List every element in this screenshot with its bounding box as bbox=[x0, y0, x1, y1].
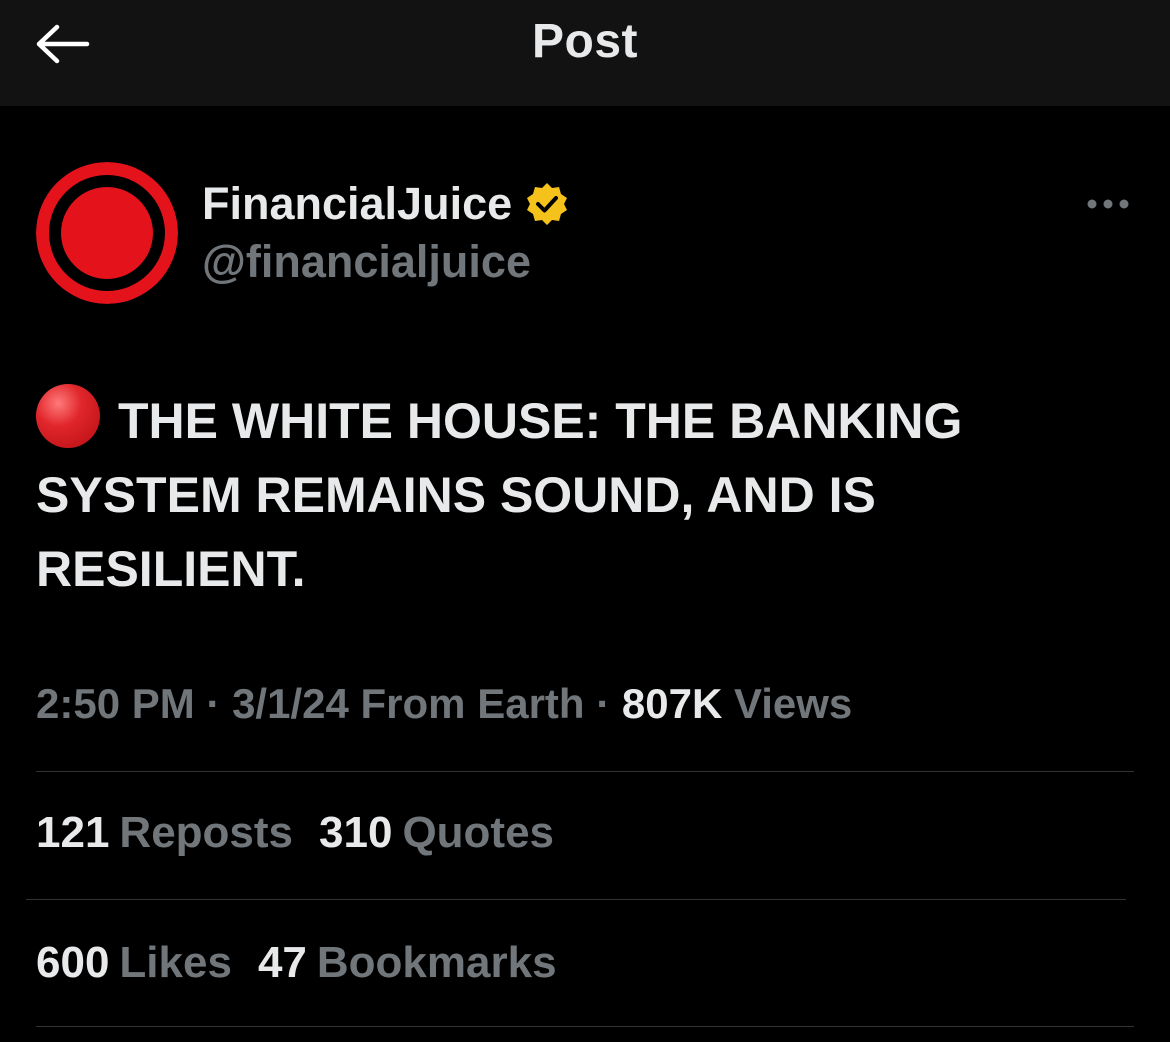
divider bbox=[36, 771, 1134, 772]
more-options-button[interactable] bbox=[1080, 184, 1136, 224]
avatar[interactable] bbox=[36, 162, 178, 304]
bookmarks-label: Bookmarks bbox=[316, 938, 557, 987]
divider bbox=[36, 1026, 1134, 1027]
likes-label: Likes bbox=[119, 938, 232, 987]
divider bbox=[26, 899, 1126, 900]
post-source: From Earth bbox=[360, 680, 585, 727]
views-label: Views bbox=[733, 680, 853, 727]
post-time[interactable]: 2:50 PM bbox=[36, 680, 195, 727]
author-name-row: FinancialJuice bbox=[202, 176, 570, 232]
post-text: THE WHITE HOUSE: THE BANKING SYSTEM REMA… bbox=[36, 393, 963, 597]
author-handle[interactable]: @financialjuice bbox=[202, 236, 531, 288]
views-count: 807K bbox=[621, 680, 723, 727]
bookmarks-stat[interactable]: 47 Bookmarks bbox=[258, 938, 557, 988]
quotes-count: 310 bbox=[319, 808, 393, 857]
page-title: Post bbox=[531, 15, 638, 68]
reposts-count: 121 bbox=[36, 808, 110, 857]
post-metadata: 2:50 PM · 3/1/24 From Earth · 807K Views bbox=[36, 680, 852, 728]
post-date[interactable]: 3/1/24 bbox=[232, 680, 349, 727]
likes-stat[interactable]: 600 Likes bbox=[36, 938, 232, 988]
author-display-name[interactable]: FinancialJuice bbox=[202, 178, 512, 230]
verified-badge-icon bbox=[527, 183, 568, 225]
post-body: THE WHITE HOUSE: THE BANKING SYSTEM REMA… bbox=[36, 384, 1036, 606]
meta-separator: · bbox=[596, 680, 611, 727]
meta-separator: · bbox=[206, 680, 221, 727]
likes-count: 600 bbox=[36, 938, 110, 987]
reposts-label: Reposts bbox=[119, 808, 294, 857]
quotes-label: Quotes bbox=[402, 808, 555, 857]
red-circle-emoji-icon bbox=[36, 384, 100, 448]
stats-row-likes-bookmarks: 600 Likes 47 Bookmarks bbox=[36, 938, 557, 988]
financialjuice-logo-icon bbox=[36, 162, 178, 304]
top-bar: Post bbox=[0, 0, 1170, 106]
reposts-stat[interactable]: 121 Reposts bbox=[36, 808, 293, 858]
bookmarks-count: 47 bbox=[257, 938, 307, 987]
stats-row-reposts-quotes: 121 Reposts 310 Quotes bbox=[36, 808, 554, 858]
quotes-stat[interactable]: 310 Quotes bbox=[319, 808, 554, 858]
more-horizontal-icon bbox=[1087, 199, 1129, 209]
